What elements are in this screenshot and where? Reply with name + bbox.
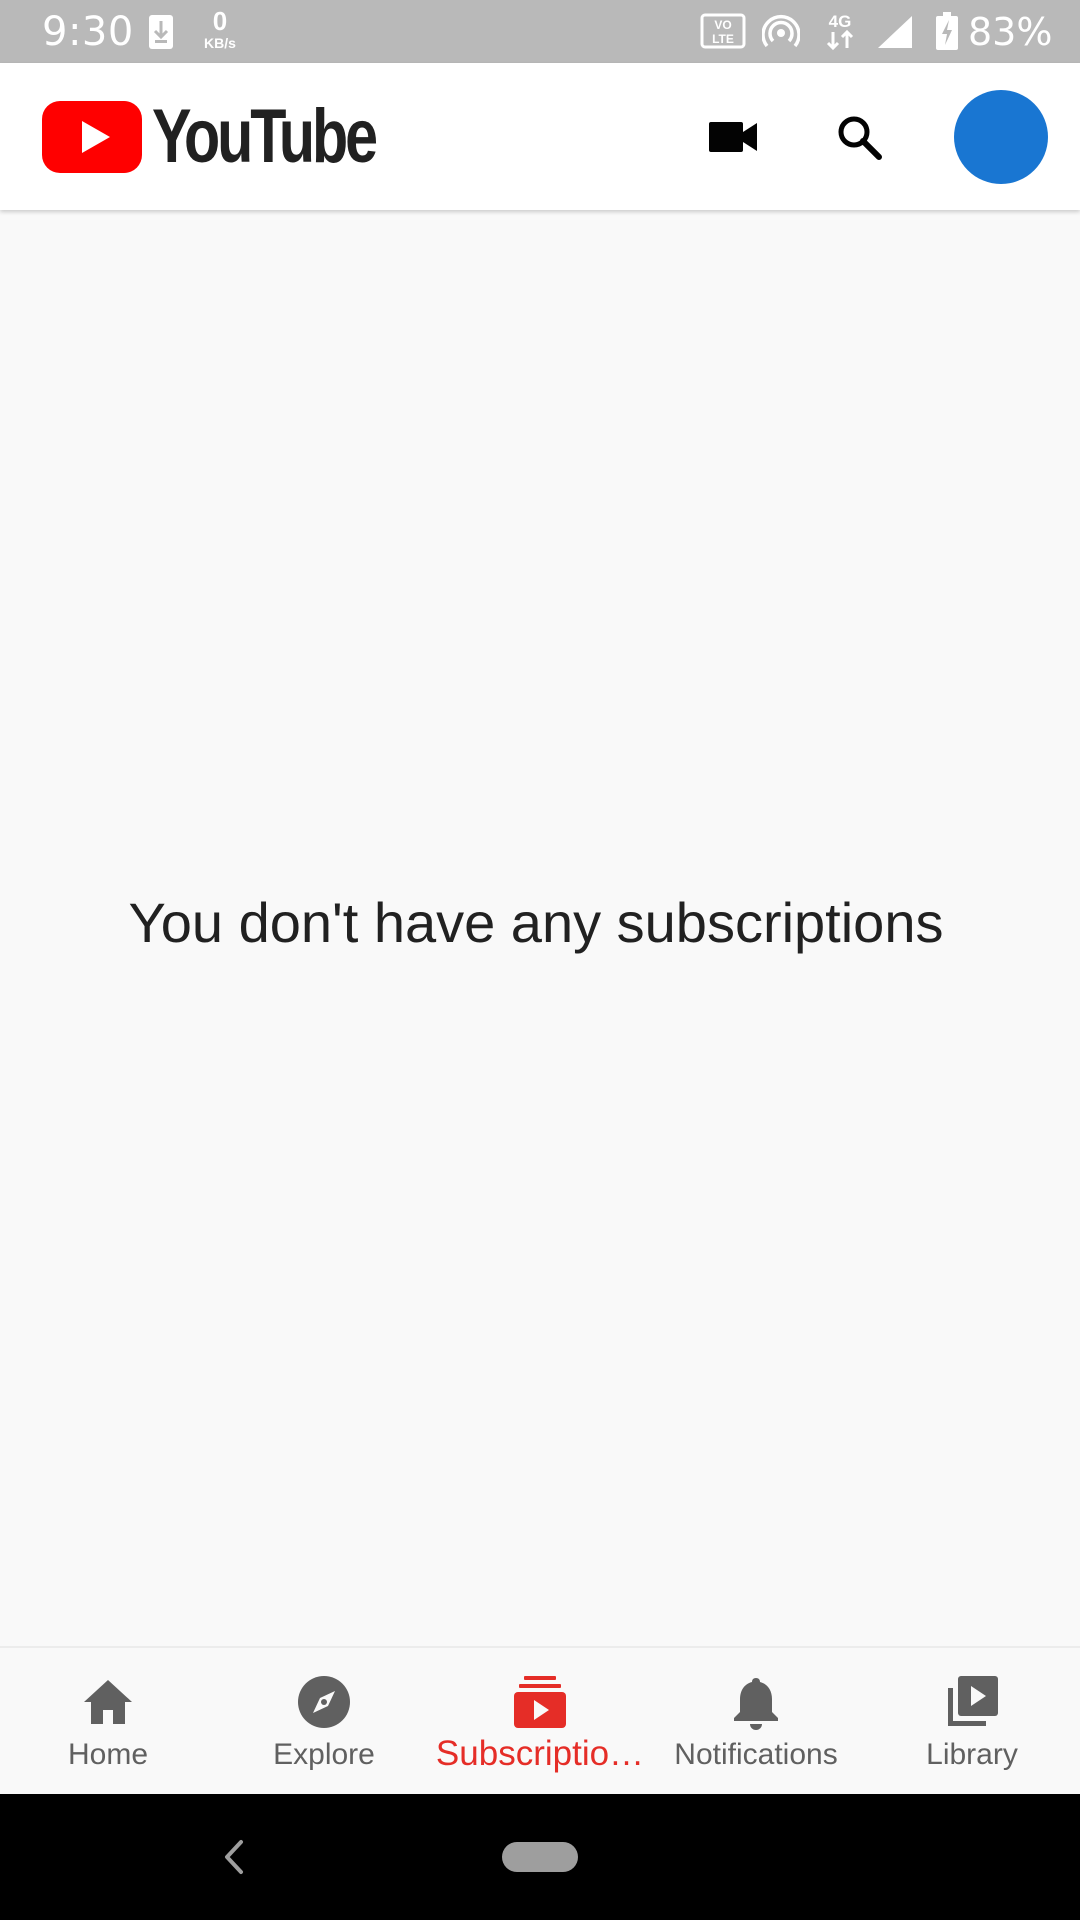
bottom-navigation: Home Explore Subscriptio… Notifications …	[0, 1646, 1080, 1796]
battery-percent: 83%	[968, 10, 1053, 54]
empty-state-message: You don't have any subscriptions	[128, 891, 944, 954]
network-type-icon: 4G	[826, 12, 854, 51]
logo-wordmark: YouTube	[152, 94, 378, 179]
tab-library[interactable]: Library	[864, 1648, 1080, 1796]
tab-subscriptions-label: Subscriptio…	[435, 1734, 645, 1773]
subscriptions-icon	[514, 1676, 566, 1728]
volte-label-top: VO	[714, 18, 731, 32]
system-navigation-bar	[0, 1794, 1080, 1920]
bell-icon	[734, 1678, 778, 1730]
network-speed-value: 0	[212, 6, 228, 36]
screen: 9:30 0 KB/s VO LTE 4G 83% YouTube You do…	[0, 0, 1080, 1920]
back-icon[interactable]	[215, 1834, 251, 1880]
network-speed: 0 KB/s	[200, 8, 240, 50]
tab-subscriptions[interactable]: Subscriptio…	[432, 1648, 648, 1796]
youtube-logo[interactable]: YouTube	[42, 94, 438, 179]
status-time: 9:30	[42, 9, 134, 55]
volte-label-bottom: LTE	[712, 32, 734, 46]
tab-notifications-label: Notifications	[674, 1738, 838, 1771]
youtube-play-icon	[42, 101, 142, 173]
home-gesture-pill[interactable]	[502, 1842, 578, 1872]
network-speed-unit: KB/s	[204, 35, 236, 51]
tab-home-label: Home	[67, 1738, 149, 1771]
explore-icon	[298, 1676, 350, 1728]
subscriptions-content: You don't have any subscriptions	[0, 210, 1080, 1646]
video-camera-icon	[709, 122, 757, 152]
search-button[interactable]	[825, 103, 893, 171]
tab-explore[interactable]: Explore	[216, 1648, 432, 1796]
volte-icon: VO LTE	[700, 13, 746, 49]
app-bar: YouTube	[0, 63, 1080, 210]
cellular-signal-icon	[878, 16, 912, 48]
account-avatar[interactable]	[954, 90, 1048, 184]
battery-charging-icon	[936, 12, 958, 50]
network-type-label: 4G	[829, 12, 852, 31]
tab-home[interactable]: Home	[0, 1648, 216, 1796]
status-bar: 9:30 0 KB/s VO LTE 4G 83%	[0, 0, 1080, 63]
download-icon	[149, 15, 173, 49]
tab-notifications[interactable]: Notifications	[648, 1648, 864, 1796]
hotspot-icon	[762, 15, 800, 48]
upload-video-button[interactable]	[700, 103, 768, 171]
tab-library-label: Library	[926, 1738, 1018, 1771]
tab-explore-label: Explore	[273, 1738, 375, 1771]
home-icon	[84, 1680, 132, 1724]
search-icon	[838, 116, 882, 160]
library-icon	[948, 1676, 998, 1726]
